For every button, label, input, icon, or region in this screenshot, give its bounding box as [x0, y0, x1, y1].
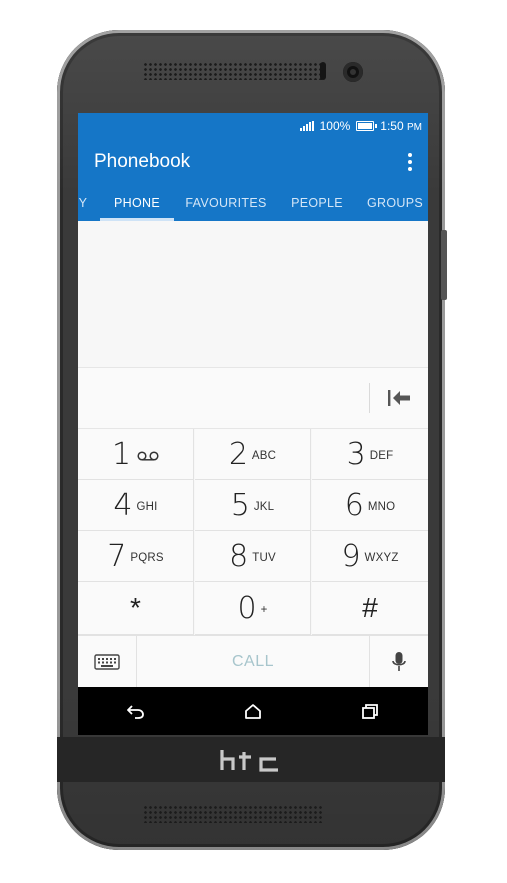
top-speaker-grille — [143, 62, 323, 80]
key-digit: 6 — [344, 487, 364, 523]
recents-button[interactable] — [340, 691, 400, 731]
key-letters: ABC — [251, 450, 277, 462]
back-button[interactable] — [106, 691, 166, 731]
key-digit: 9 — [341, 538, 361, 574]
key-5[interactable]: 5 JKL — [195, 480, 311, 531]
back-icon — [127, 705, 145, 719]
status-bar: 100% 1:50 PM — [78, 113, 428, 139]
proximity-sensor — [320, 62, 326, 80]
battery-percent: 100% — [319, 119, 351, 133]
clock-suffix: PM — [407, 122, 422, 133]
page-title: Phonebook — [94, 151, 191, 172]
key-digit: 3 — [346, 436, 366, 472]
voicemail-icon — [137, 451, 159, 461]
home-icon — [245, 704, 261, 719]
key-digit: 4 — [113, 487, 133, 523]
key-letters: PQRS — [130, 552, 164, 564]
clock-time: 1:50 — [380, 119, 404, 133]
voice-dial-button[interactable] — [370, 636, 428, 687]
front-camera — [343, 62, 363, 82]
key-7[interactable]: 7 PQRS — [78, 531, 194, 582]
backspace-icon — [388, 390, 410, 406]
key-digit: 7 — [107, 538, 127, 574]
brand-logo — [218, 748, 288, 778]
dial-input-row — [78, 367, 428, 429]
screen: 100% 1:50 PM Phonebook Y PHONE FAVOURITE… — [78, 113, 428, 735]
key-letters: MNO — [367, 501, 396, 513]
tab-favourites[interactable]: FAVOURITES — [182, 185, 270, 221]
key-letters: + — [260, 604, 268, 616]
divider — [369, 383, 370, 413]
key-letters: TUV — [252, 552, 276, 564]
key-digit: 8 — [229, 538, 249, 574]
key-digit: * — [130, 592, 141, 623]
home-button[interactable] — [223, 691, 283, 731]
key-digit: 0 — [237, 590, 257, 626]
signal-icon — [299, 121, 314, 131]
keyboard-icon — [94, 653, 120, 670]
key-0[interactable]: 0 + — [195, 582, 311, 635]
key-digit: 2 — [228, 436, 248, 472]
battery-icon — [356, 121, 378, 131]
dialpad: 1 2 ABC 3 DEF 4 GHI 5 JKL 6 MNO 7 PQRS 8… — [78, 429, 428, 635]
key-digit: 5 — [230, 487, 250, 523]
microphone-icon — [392, 651, 406, 671]
tab-history[interactable]: Y — [78, 185, 90, 221]
navigation-bar — [78, 687, 428, 735]
clock: 1:50 PM — [380, 119, 422, 133]
action-row: CALL — [78, 635, 428, 687]
key-6[interactable]: 6 MNO — [312, 480, 428, 531]
key-star[interactable]: * — [78, 582, 194, 635]
key-2[interactable]: 2 ABC — [195, 429, 311, 480]
key-letters: GHI — [136, 501, 158, 513]
key-1[interactable]: 1 — [78, 429, 194, 480]
key-digit: # — [362, 592, 378, 623]
tab-groups[interactable]: GROUPS — [363, 185, 427, 221]
key-hash[interactable]: # — [312, 582, 428, 635]
keyboard-button[interactable] — [78, 636, 136, 687]
key-digit: 1 — [111, 436, 132, 472]
app-bar: Phonebook — [78, 139, 428, 185]
tab-people[interactable]: PEOPLE — [285, 185, 349, 221]
more-vert-icon[interactable] — [408, 153, 412, 171]
key-letters: WXYZ — [364, 552, 399, 564]
tab-phone[interactable]: PHONE — [100, 185, 174, 221]
call-button[interactable]: CALL — [136, 636, 370, 687]
dial-input[interactable] — [90, 384, 360, 414]
recents-icon — [361, 704, 378, 719]
backspace-button[interactable] — [378, 382, 420, 414]
htc-logo-mark — [220, 750, 278, 772]
key-3[interactable]: 3 DEF — [312, 429, 428, 480]
suggestions-area — [78, 221, 428, 367]
key-letters: DEF — [369, 450, 394, 462]
tab-bar: Y PHONE FAVOURITES PEOPLE GROUPS — [78, 185, 428, 221]
key-letters: JKL — [253, 501, 275, 513]
volume-button — [441, 230, 447, 300]
bottom-speaker-grille — [143, 805, 323, 823]
key-9[interactable]: 9 WXYZ — [312, 531, 428, 582]
key-8[interactable]: 8 TUV — [195, 531, 311, 582]
key-4[interactable]: 4 GHI — [78, 480, 194, 531]
